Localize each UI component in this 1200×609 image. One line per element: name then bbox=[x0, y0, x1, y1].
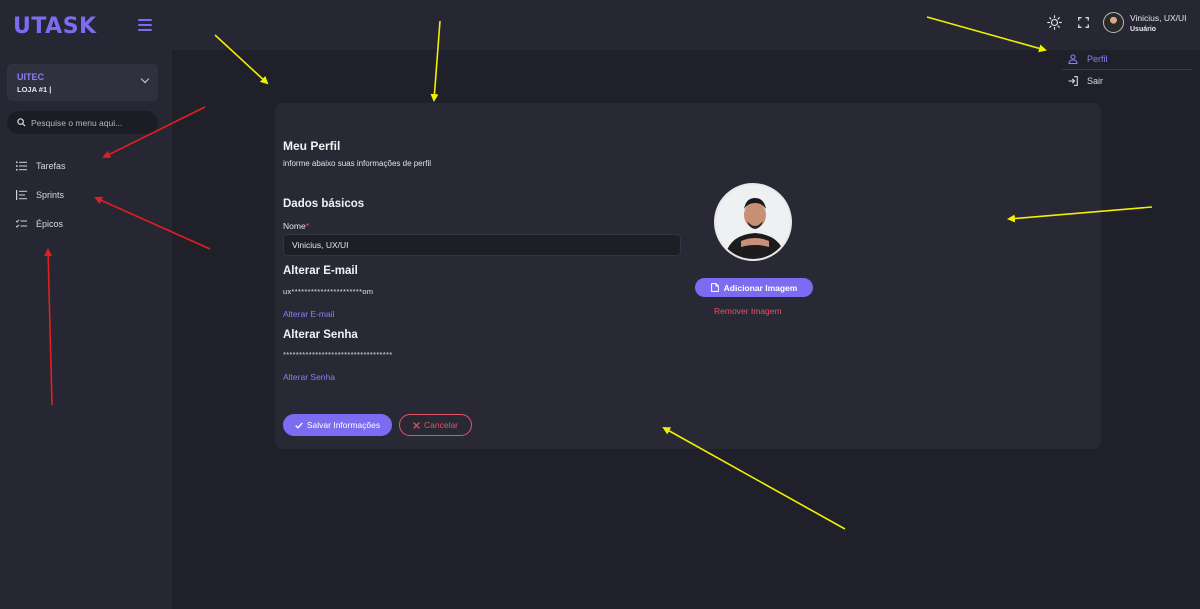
search-icon bbox=[17, 118, 26, 127]
name-field[interactable] bbox=[283, 234, 681, 256]
section-title-email: Alterar E-mail bbox=[283, 265, 358, 277]
add-image-label: Adicionar Imagem bbox=[723, 282, 798, 293]
sidebar-item-label: Épicos bbox=[36, 219, 64, 229]
add-image-button[interactable]: Adicionar Imagem bbox=[695, 278, 813, 297]
save-button[interactable]: Salvar Informações bbox=[283, 414, 392, 436]
menu-item-label: Perfil bbox=[1087, 54, 1108, 64]
masked-email: ux**********************om bbox=[283, 287, 374, 296]
fullscreen-icon[interactable] bbox=[1078, 17, 1089, 28]
sidebar-item-epicos[interactable]: Épicos bbox=[16, 217, 63, 231]
chevron-down-icon bbox=[140, 74, 150, 84]
user-dropdown-menu: Perfil Sair bbox=[1062, 47, 1192, 93]
section-title-password: Alterar Senha bbox=[283, 329, 358, 341]
section-title-basic: Dados básicos bbox=[283, 198, 365, 210]
change-email-link[interactable]: Alterar E-mail bbox=[283, 309, 334, 319]
sprint-list-icon bbox=[16, 190, 27, 200]
logout-icon bbox=[1068, 76, 1078, 86]
sidebar-item-sprints[interactable]: Sprints bbox=[16, 188, 64, 202]
masked-password: ********************************** bbox=[283, 350, 393, 359]
sun-icon[interactable] bbox=[1047, 15, 1062, 30]
user-name: Vinicius, UX/UI bbox=[1130, 13, 1187, 23]
profile-card: Meu Perfil informe abaixo suas informaçõ… bbox=[275, 103, 1101, 449]
sidebar-item-tarefas[interactable]: Tarefas bbox=[16, 159, 66, 173]
change-password-link[interactable]: Alterar Senha bbox=[283, 372, 335, 382]
store-selector[interactable]: UITEC LOJA #1 | bbox=[7, 64, 158, 101]
app-logo[interactable]: UTASK bbox=[13, 14, 97, 39]
sidebar-item-label: Tarefas bbox=[36, 161, 66, 171]
cancel-button[interactable]: Cancelar bbox=[399, 414, 472, 436]
save-button-label: Salvar Informações bbox=[306, 420, 381, 430]
user-role: Usuário bbox=[1130, 26, 1157, 33]
menu-divider bbox=[1062, 69, 1192, 70]
page-title: Meu Perfil bbox=[283, 139, 341, 153]
profile-photo bbox=[714, 183, 792, 261]
remove-image-link[interactable]: Remover Imagem bbox=[714, 306, 782, 316]
store-name: UITEC bbox=[17, 72, 44, 82]
menu-item-perfil[interactable]: Perfil bbox=[1062, 49, 1192, 69]
avatar[interactable] bbox=[1103, 12, 1124, 33]
page-subtitle: informe abaixo suas informações de perfi… bbox=[283, 159, 432, 168]
cancel-button-label: Cancelar bbox=[423, 420, 459, 430]
profile-photo-illustration bbox=[716, 185, 790, 259]
list-icon bbox=[16, 161, 27, 171]
menu-item-label: Sair bbox=[1087, 76, 1104, 86]
menu-search bbox=[7, 111, 158, 134]
logo-text: TASK bbox=[31, 14, 97, 39]
checklist-icon bbox=[16, 219, 27, 228]
hamburger-menu-icon[interactable] bbox=[138, 19, 152, 31]
logo-letter-u: U bbox=[13, 14, 32, 39]
menu-item-sair[interactable]: Sair bbox=[1062, 71, 1192, 91]
file-icon bbox=[710, 283, 719, 292]
sidebar: UTASK UITEC LOJA #1 | Tarefas Sprints bbox=[0, 0, 172, 609]
close-icon bbox=[413, 421, 420, 429]
check-icon bbox=[295, 422, 303, 429]
store-sub: LOJA #1 | bbox=[17, 85, 52, 94]
name-label: Nome* bbox=[283, 221, 309, 231]
topbar bbox=[172, 0, 1200, 50]
sidebar-item-label: Sprints bbox=[36, 190, 65, 200]
user-icon bbox=[1068, 54, 1078, 64]
search-input[interactable] bbox=[31, 117, 151, 128]
